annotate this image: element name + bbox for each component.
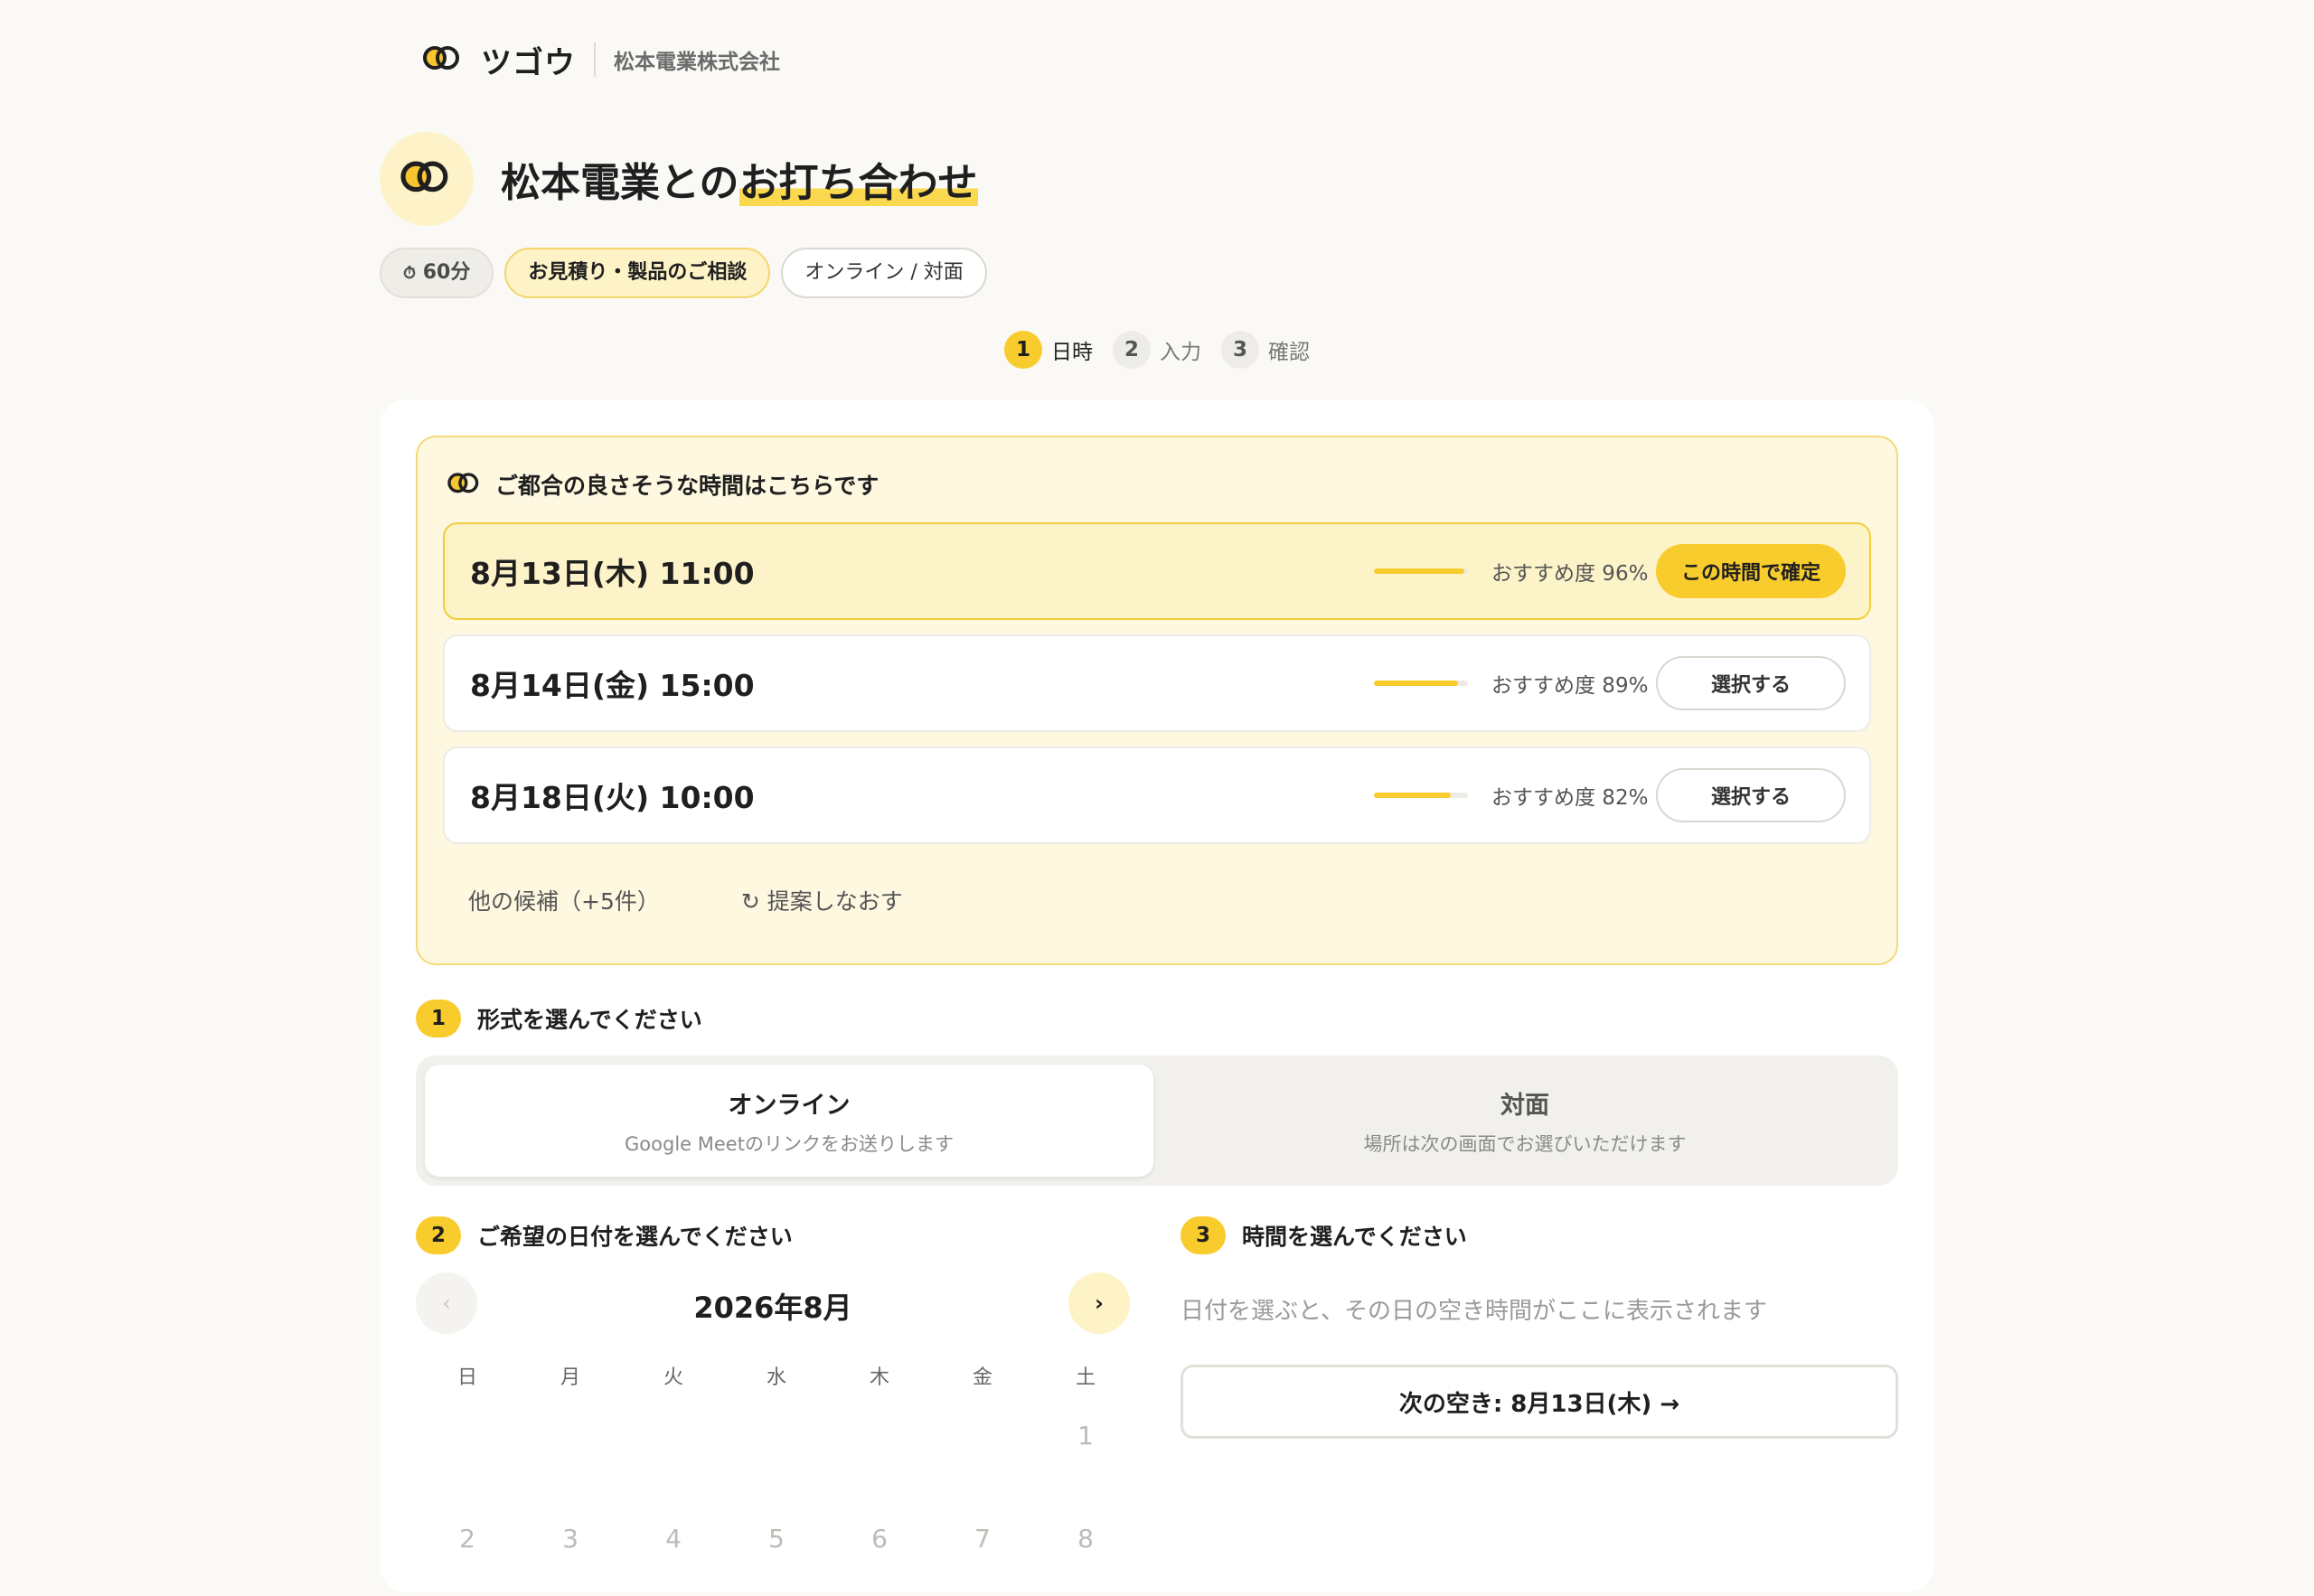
calendar-nav: ‹ 2026年8月 › [416,1272,1130,1336]
time-section-heading: 3 時間を選んでください [1181,1216,1467,1254]
suggest-heading: ご都合の良さそうな時間はこちらです [445,468,879,501]
calendar-day: 4 [665,1524,682,1554]
section-title: 時間を選んでください [1242,1224,1467,1250]
score-bar [1374,681,1468,686]
option-title: 対面 [1500,1091,1549,1120]
duration-tag: ⏱ 60分 [380,248,494,298]
section-number: 1 [416,1000,461,1037]
step-indicator: 1 日時 2 入力 3 確認 [380,331,1934,369]
slot-score: おすすめ度 96% [1491,562,1649,586]
select-slot-button[interactable]: 選択する [1656,656,1846,710]
company-name: 松本電業株式会社 [614,51,780,74]
section-title: ご希望の日付を選んでください [477,1224,793,1250]
calendar-day: 1 [1077,1421,1094,1450]
booking-card: ご都合の良さそうな時間はこちらです 8月13日(木) 11:00 おすすめ度 9… [380,399,1934,1592]
more-candidates-link[interactable]: 他の候補（+5件） [468,884,660,916]
step-label: 確認 [1268,341,1310,364]
tsugou-logo-icon [447,471,481,499]
option-title: オンライン [728,1091,851,1120]
calendar-day: 8 [1077,1524,1094,1554]
format-section-heading: 1 形式を選んでください [416,1000,702,1037]
purpose-tag: お見積り・製品のご相談 [504,248,771,298]
brand-header: ツゴウ 松本電業株式会社 [423,36,780,83]
tsugou-logo-icon [400,158,452,201]
section-number: 3 [1181,1216,1226,1254]
slot-datetime: 8月18日(火) 10:00 [470,780,755,815]
suggested-slot[interactable]: 8月14日(金) 15:00 おすすめ度 89% 選択する [443,634,1871,732]
next-month-button[interactable]: › [1068,1272,1130,1334]
section-title: 形式を選んでください [477,1007,702,1033]
brand-name: ツゴウ [481,44,576,81]
section-number: 2 [416,1216,461,1254]
step-number: 1 [1004,331,1042,369]
step-label: 入力 [1160,341,1201,364]
score-bar [1374,568,1468,574]
weekday-label: 日 [456,1366,477,1389]
option-subtitle: Google Meetのリンクをお送りします [625,1132,954,1155]
step-3: 3 確認 [1221,331,1310,369]
calendar-day: 7 [974,1524,991,1554]
suggest-heading-text: ご都合の良さそうな時間はこちらです [495,473,880,499]
score-bar-fill [1374,681,1458,686]
score-bar [1374,793,1468,798]
calendar-grid: 日 月 火 水 木 金 土 1 2 3 4 5 6 7 8 [416,1361,1139,1596]
suggested-times-panel: ご都合の良さそうな時間はこちらです 8月13日(木) 11:00 おすすめ度 9… [416,436,1898,965]
score-bar-fill [1374,793,1452,798]
step-1: 1 日時 [1004,331,1093,369]
mode-tag: オンライン / 対面 [781,248,987,298]
format-in-person-option[interactable]: 対面 場所は次の画面でお選びいただけます [1161,1065,1889,1177]
confirm-time-button[interactable]: この時間で確定 [1656,544,1846,598]
duration-label: 60分 [422,261,471,284]
weekday-label: 火 [663,1366,683,1389]
step-number: 3 [1221,331,1259,369]
weekday-label: 水 [766,1366,786,1389]
format-online-option[interactable]: オンライン Google Meetのリンクをお送りします [425,1065,1153,1177]
step-2: 2 入力 [1113,331,1201,369]
score-bar-fill [1374,568,1464,574]
suggest-actions: 他の候補（+5件） ↻ 提案しなおす [468,884,903,916]
tsugou-logo-icon [423,43,463,76]
date-section-heading: 2 ご希望の日付を選んでください [416,1216,793,1254]
format-toggle: オンライン Google Meetのリンクをお送りします 対面 場所は次の画面で… [416,1056,1898,1186]
calendar-day: 6 [871,1524,888,1554]
select-slot-button[interactable]: 選択する [1656,768,1846,822]
weekday-label: 土 [1075,1366,1096,1389]
step-label: 日時 [1051,341,1093,364]
calendar-day: 5 [768,1524,785,1554]
title-prefix: 松本電業との [501,160,739,206]
next-available-button[interactable]: 次の空き: 8月13日(木) → [1181,1365,1898,1439]
re-suggest-link[interactable]: ↻ 提案しなおす [741,884,903,916]
suggested-slot[interactable]: 8月13日(木) 11:00 おすすめ度 96% この時間で確定 [443,522,1871,620]
time-hint: 日付を選ぶと、その日の空き時間がここに表示されます [1181,1298,1767,1325]
meeting-title-row: 松本電業とのお打ち合わせ [380,132,978,226]
slot-datetime: 8月14日(金) 15:00 [470,668,755,703]
suggested-slot[interactable]: 8月18日(火) 10:00 おすすめ度 82% 選択する [443,746,1871,844]
timer-icon: ⏱ [403,264,417,283]
weekday-label: 月 [560,1366,580,1389]
calendar-month: 2026年8月 [693,1291,852,1325]
brand-divider [594,42,596,77]
weekday-label: 木 [869,1366,889,1389]
calendar-day: 3 [562,1524,578,1554]
title-highlight: お打ち合わせ [738,160,978,206]
weekday-label: 金 [972,1366,992,1389]
meeting-tags: ⏱ 60分 お見積り・製品のご相談 オンライン / 対面 [380,248,987,298]
calendar-day: 2 [459,1524,475,1554]
slot-score: おすすめ度 82% [1491,786,1649,810]
slot-score: おすすめ度 89% [1491,674,1649,698]
slot-datetime: 8月13日(木) 11:00 [470,556,755,591]
page-title: 松本電業とのお打ち合わせ [501,150,978,208]
step-number: 2 [1113,331,1151,369]
option-subtitle: 場所は次の画面でお選びいただけます [1363,1132,1687,1155]
avatar [380,132,474,226]
